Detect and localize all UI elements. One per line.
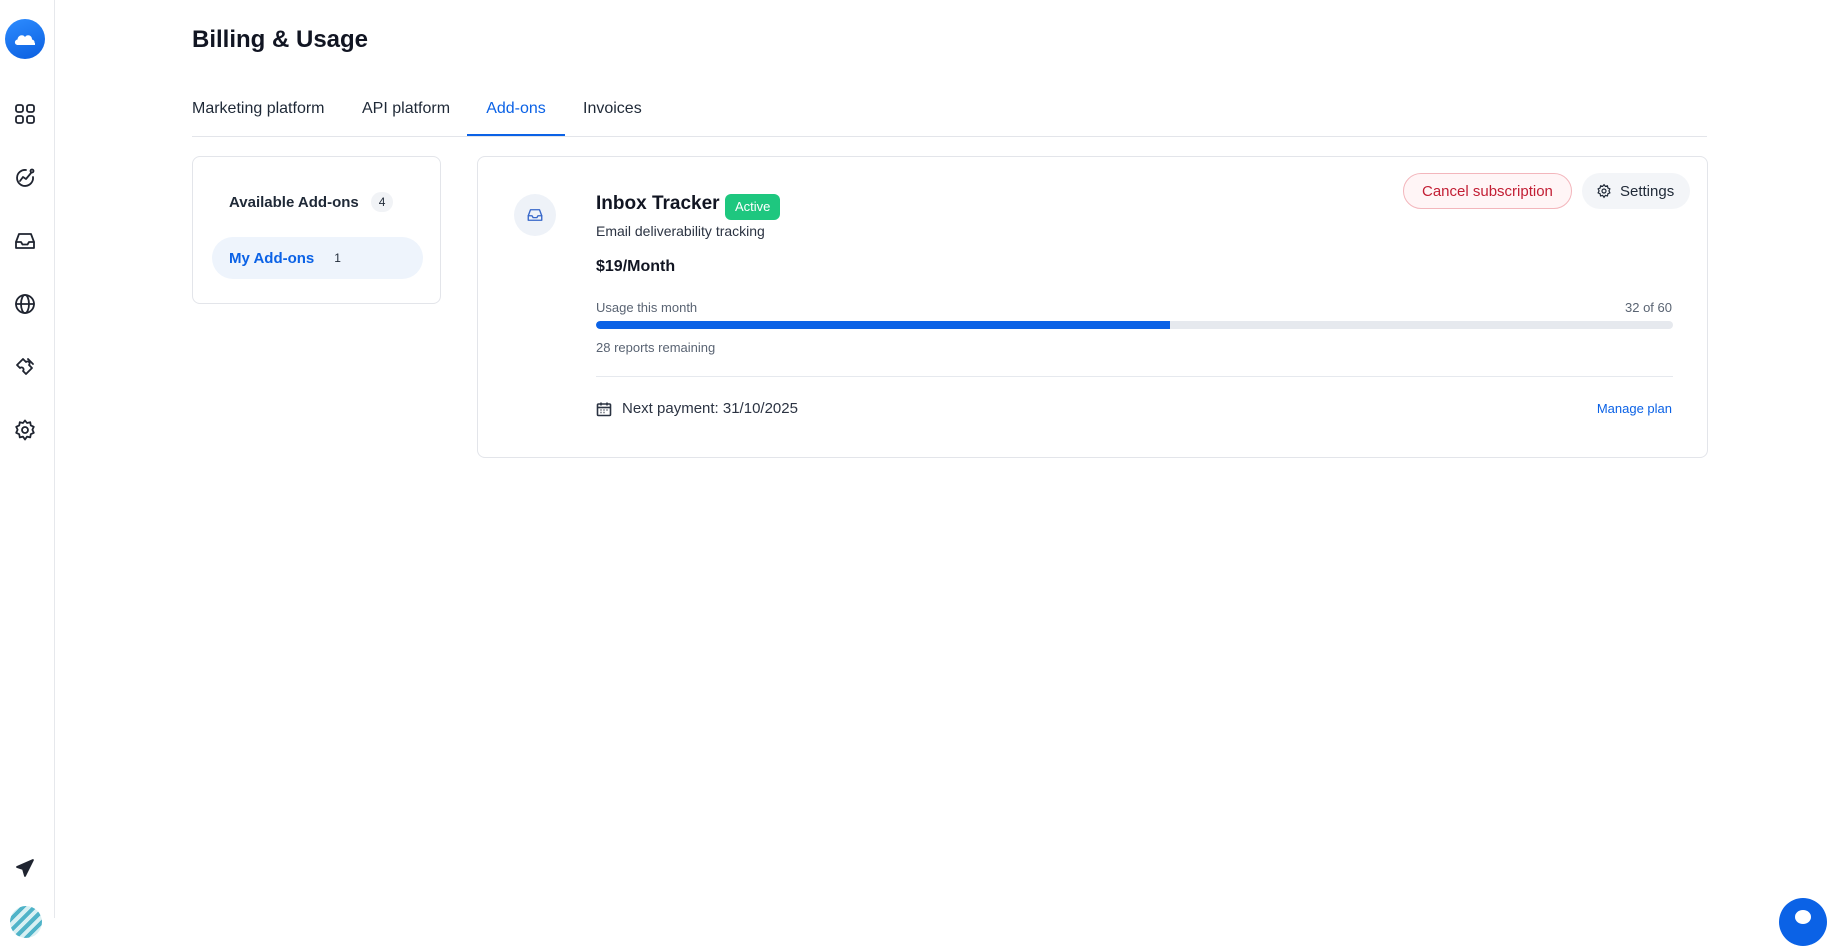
addon-icon [514,194,556,236]
divider [596,376,1673,377]
addon-name: Inbox Tracker [596,193,720,214]
globe-icon [15,294,35,314]
menu-item-my-addons[interactable]: My Add-ons 1 [212,237,423,279]
tab-bar: Marketing platform API platform Add-ons … [192,94,1707,137]
sidebar-item-settings[interactable] [11,416,39,444]
usage-count: 32 of 60 [1625,300,1672,315]
menu-item-label: Available Add-ons [229,193,359,211]
manage-plan-link[interactable]: Manage plan [1597,401,1672,416]
settings-button[interactable]: Settings [1582,173,1691,209]
menu-item-label: My Add-ons [229,249,315,267]
sidebar [0,0,55,938]
page-title: Billing & Usage [192,26,369,53]
usage-progress-bar [596,321,1673,329]
trend-chart-icon [16,168,35,187]
addon-description: Email deliverability tracking [596,223,765,239]
avatar[interactable] [10,906,42,938]
sidebar-item-dashboard[interactable] [11,100,39,128]
menu-item-available-addons[interactable]: Available Add-ons 4 [212,181,423,223]
sidebar-item-analytics[interactable] [11,164,39,192]
tab-api-platform[interactable]: API platform [362,94,452,134]
remaining-text: 28 reports remaining [596,340,716,355]
brand-logo[interactable] [5,19,45,59]
addon-price: $19/Month [596,258,676,275]
chat-widget-button[interactable] [1779,898,1827,946]
sidebar-item-inbox[interactable] [11,227,39,255]
puzzle-icon [16,358,34,375]
paper-plane-icon [16,859,34,877]
gear-icon [15,419,35,441]
cancel-subscription-button[interactable]: Cancel subscription [1403,173,1572,209]
sidebar-item-integrations[interactable] [11,353,39,381]
inbox-icon [527,209,543,221]
usage-progress-fill [596,321,1171,329]
tab-add-ons[interactable]: Add-ons [467,94,565,136]
count-badge: 4 [370,192,394,212]
addons-menu: Available Add-ons 4 My Add-ons 1 [192,156,441,304]
sidebar-item-send[interactable] [11,854,39,882]
settings-button-label: Settings [1620,182,1675,200]
count-badge: 1 [334,251,341,265]
calendar-icon [596,401,612,417]
usage-label: Usage this month [596,300,698,315]
gear-icon [1597,183,1611,199]
tab-marketing-platform[interactable]: Marketing platform [192,94,326,134]
cloud-icon [14,35,35,45]
sidebar-item-domains[interactable] [11,290,39,318]
grid-icon [15,104,35,124]
next-payment: Next payment: 31/10/2025 [622,400,798,417]
tab-invoices[interactable]: Invoices [583,94,653,134]
addon-card: Inbox Tracker Active Email deliverabilit… [477,156,1708,458]
status-badge: Active [725,194,781,220]
inbox-icon [15,233,35,249]
